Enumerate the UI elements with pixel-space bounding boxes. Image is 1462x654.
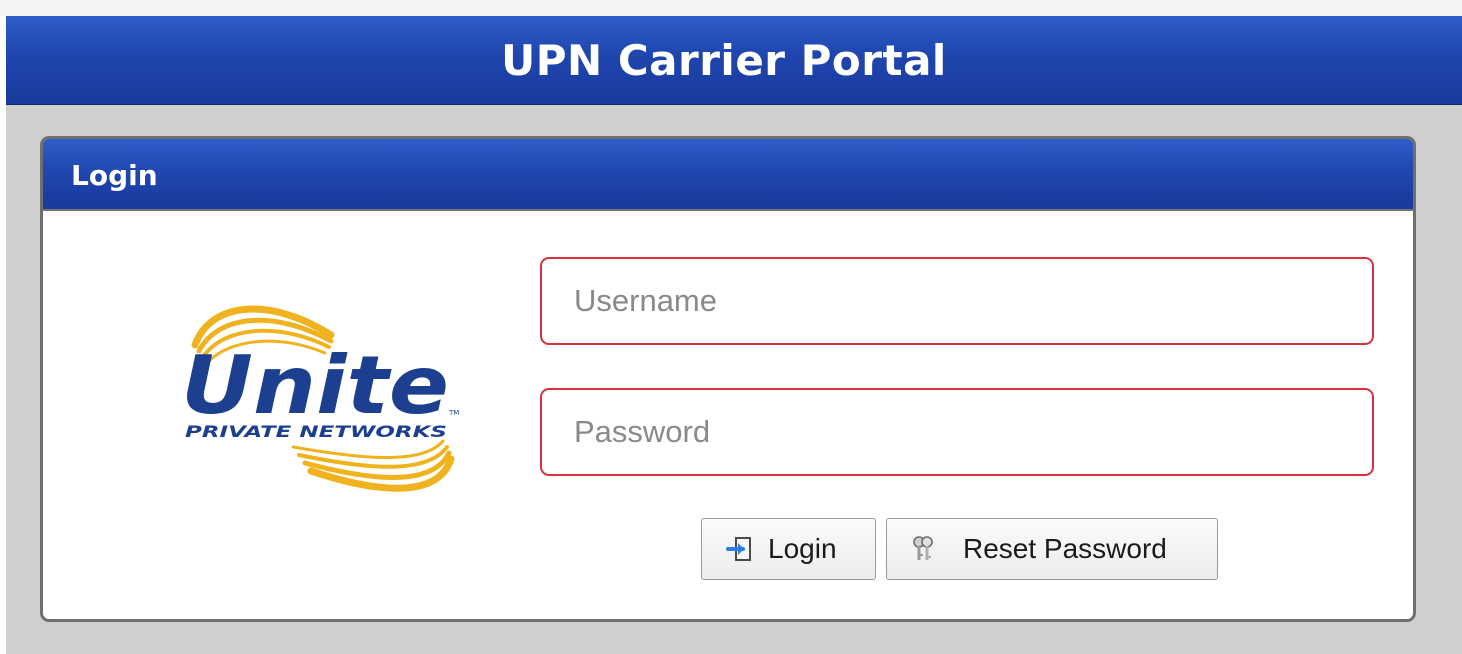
login-button[interactable]: Login bbox=[701, 518, 876, 580]
login-button-label: Login bbox=[768, 533, 837, 564]
logo-name: Unite bbox=[181, 339, 449, 432]
portal-frame: UPN Carrier Portal Login Unite TM PRIVAT… bbox=[6, 16, 1462, 654]
top-strip bbox=[0, 0, 1462, 16]
svg-text:TM: TM bbox=[448, 409, 459, 417]
login-arrow-icon bbox=[726, 537, 751, 561]
login-panel-header: Login bbox=[43, 139, 1413, 211]
login-panel: Login Unite TM PRIVATE NETWORKS Username… bbox=[40, 136, 1416, 622]
logo-tagline: PRIVATE NETWORKS bbox=[185, 422, 447, 441]
reset-password-label: Reset Password bbox=[963, 533, 1167, 564]
page: UPN Carrier Portal Login Unite TM PRIVAT… bbox=[0, 0, 1462, 654]
password-input[interactable] bbox=[540, 388, 1374, 476]
portal-title: UPN Carrier Portal bbox=[501, 35, 947, 85]
reset-password-button[interactable]: Reset Password bbox=[886, 518, 1218, 580]
username-input[interactable] bbox=[540, 257, 1374, 345]
login-panel-title: Login bbox=[71, 159, 158, 192]
keys-icon bbox=[913, 536, 933, 560]
portal-banner: UPN Carrier Portal bbox=[6, 16, 1462, 105]
unite-private-networks-logo: Unite TM PRIVATE NETWORKS bbox=[181, 305, 459, 492]
